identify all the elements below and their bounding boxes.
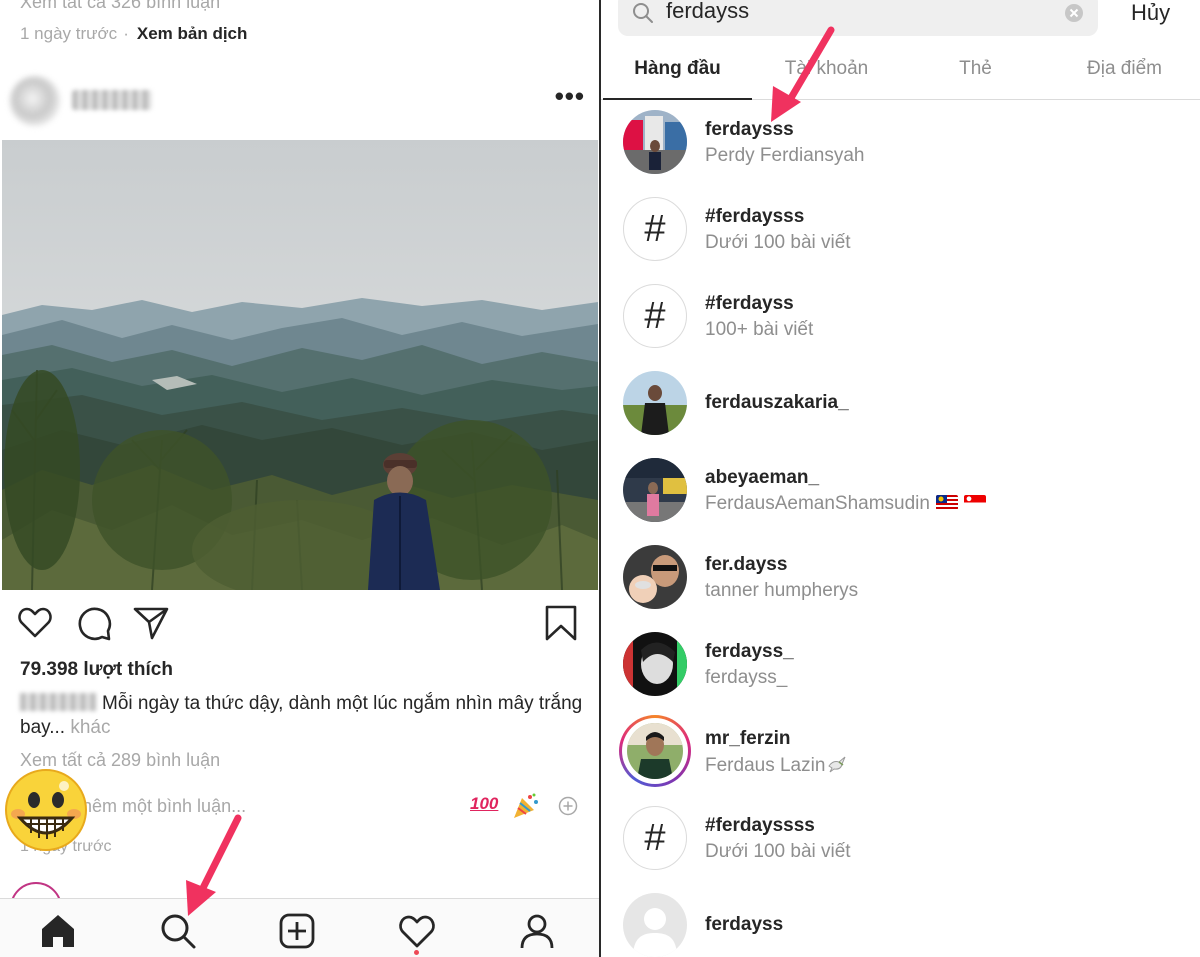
result-name: #ferdaysss xyxy=(705,206,805,227)
tab-top[interactable]: Hàng đầu xyxy=(603,58,752,80)
search-bar[interactable]: ferdayss xyxy=(618,0,1098,36)
result-avatar xyxy=(623,545,687,609)
hashtag-icon: # xyxy=(623,197,687,261)
result-avatar xyxy=(623,110,687,174)
bottom-tab-bar xyxy=(0,898,599,957)
result-name: abeyaeman_ xyxy=(705,467,820,488)
result-avatar xyxy=(627,723,683,779)
search-icon xyxy=(633,3,653,23)
search-icon[interactable] xyxy=(158,911,198,951)
search-result-row[interactable]: ferdayss xyxy=(601,883,1200,957)
search-result-row[interactable]: ferdauszakaria_ xyxy=(601,361,1200,448)
post-header: ••• xyxy=(10,72,585,130)
more-options-icon[interactable]: ••• xyxy=(555,83,585,109)
search-result-row[interactable]: # #ferdayssss Dưới 100 bài viết xyxy=(601,796,1200,883)
hundred-points-emoji[interactable]: 100 xyxy=(470,794,498,814)
result-subtitle-text: Ferdaus Lazin xyxy=(705,755,826,776)
like-count[interactable]: 79.398 lượt thích xyxy=(20,659,173,681)
result-subtitle: Perdy Ferdiansyah xyxy=(705,145,865,166)
home-icon[interactable] xyxy=(38,911,78,951)
result-name: mr_ferzin xyxy=(705,728,791,749)
add-emoji-plus-icon[interactable] xyxy=(558,796,578,816)
malaysia-flag-icon xyxy=(935,495,958,510)
search-result-row[interactable]: # #ferdaysss Dưới 100 bài viết xyxy=(601,187,1200,274)
result-avatar xyxy=(623,632,687,696)
like-heart-icon[interactable] xyxy=(16,604,54,642)
result-subtitle: 100+ bài viết xyxy=(705,319,814,340)
tab-tags[interactable]: Thẻ xyxy=(901,58,1050,80)
search-panel: ferdayss Hủy Hàng đầu Tài khoản Thẻ Địa … xyxy=(601,0,1200,957)
search-result-row[interactable]: abeyaeman_ FerdausAemanShamsudin xyxy=(601,448,1200,535)
result-name: ferdauszakaria_ xyxy=(705,392,849,413)
cancel-button[interactable]: Hủy xyxy=(1131,0,1170,26)
caption-more-link[interactable]: khác xyxy=(70,717,110,738)
singapore-flag-icon xyxy=(963,495,986,510)
search-result-row[interactable]: fer.dayss tanner humpherys xyxy=(601,535,1200,622)
comment-bubble-icon[interactable] xyxy=(75,604,113,642)
default-avatar-icon xyxy=(623,893,687,957)
result-name: ferdayss xyxy=(705,914,784,935)
feed-panel: Xem tất cả 326 bình luận 1 ngày trước · Xe… xyxy=(0,0,599,957)
result-avatar xyxy=(623,371,687,435)
result-name: ferdaysss xyxy=(705,119,794,140)
search-result-row[interactable]: ferdayss_ ferdayss_ xyxy=(601,622,1200,709)
tab-places[interactable]: Địa điểm xyxy=(1050,58,1199,80)
blurred-avatar[interactable] xyxy=(10,76,60,126)
previous-post-time: 1 ngày trước xyxy=(20,24,118,43)
tab-accounts[interactable]: Tài khoản xyxy=(752,58,901,80)
add-comment-row: hêm một bình luận... 100 xyxy=(0,790,599,826)
post-photo[interactable] xyxy=(2,140,598,590)
previous-post-meta: 1 ngày trước · Xem bản dịch xyxy=(20,24,247,44)
blurred-username[interactable] xyxy=(72,90,152,110)
search-tabs: Hàng đầu Tài khoản Thẻ Địa điểm xyxy=(601,48,1200,100)
result-name: ferdayss_ xyxy=(705,641,794,662)
party-popper-emoji[interactable] xyxy=(510,792,540,820)
dove-icon xyxy=(828,756,846,773)
result-subtitle-text: FerdausAemanShamsudin xyxy=(705,493,930,514)
search-input[interactable]: ferdayss xyxy=(666,0,749,24)
profile-icon[interactable] xyxy=(517,911,557,951)
post-caption: Mỗi ngày ta thức dậy, dành một lúc ngắm … xyxy=(20,692,585,740)
bookmark-save-icon[interactable] xyxy=(542,604,580,642)
clear-search-icon[interactable] xyxy=(1064,3,1084,23)
post-actions xyxy=(16,604,581,644)
blurred-caption-username[interactable] xyxy=(20,693,96,711)
share-send-icon[interactable] xyxy=(132,604,170,642)
result-name: fer.dayss xyxy=(705,554,788,575)
hashtag-icon: # xyxy=(623,806,687,870)
result-name: #ferdayssss xyxy=(705,815,815,836)
result-subtitle: Dưới 100 bài viết xyxy=(705,232,851,253)
see-translation-link[interactable]: Xem bản dịch xyxy=(137,24,248,43)
result-subtitle: FerdausAemanShamsudin xyxy=(705,493,986,515)
hashtag-icon: # xyxy=(623,284,687,348)
result-avatar xyxy=(623,458,687,522)
activity-notification-dot xyxy=(414,950,419,955)
result-name: #ferdayss xyxy=(705,293,794,314)
result-subtitle: ferdayss_ xyxy=(705,667,788,688)
grinning-face-sticker-icon xyxy=(5,769,87,851)
search-result-row[interactable]: mr_ferzin Ferdaus Lazin xyxy=(601,709,1200,796)
add-comment-input[interactable]: hêm một bình luận... xyxy=(82,796,246,817)
mountain-landscape-image xyxy=(2,140,598,590)
separator-dot: · xyxy=(123,24,129,43)
search-result-row[interactable]: # #ferdayss 100+ bài viết xyxy=(601,274,1200,361)
new-post-plus-icon[interactable] xyxy=(277,911,317,951)
search-result-row[interactable]: ferdaysss Perdy Ferdiansyah xyxy=(601,100,1200,187)
previous-post-view-comments[interactable]: Xem tất cả 326 bình luận xyxy=(20,0,220,13)
result-subtitle: Dưới 100 bài viết xyxy=(705,841,851,862)
result-subtitle: Ferdaus Lazin xyxy=(705,754,847,777)
result-subtitle: tanner humpherys xyxy=(705,580,859,601)
activity-heart-icon[interactable] xyxy=(397,911,437,951)
